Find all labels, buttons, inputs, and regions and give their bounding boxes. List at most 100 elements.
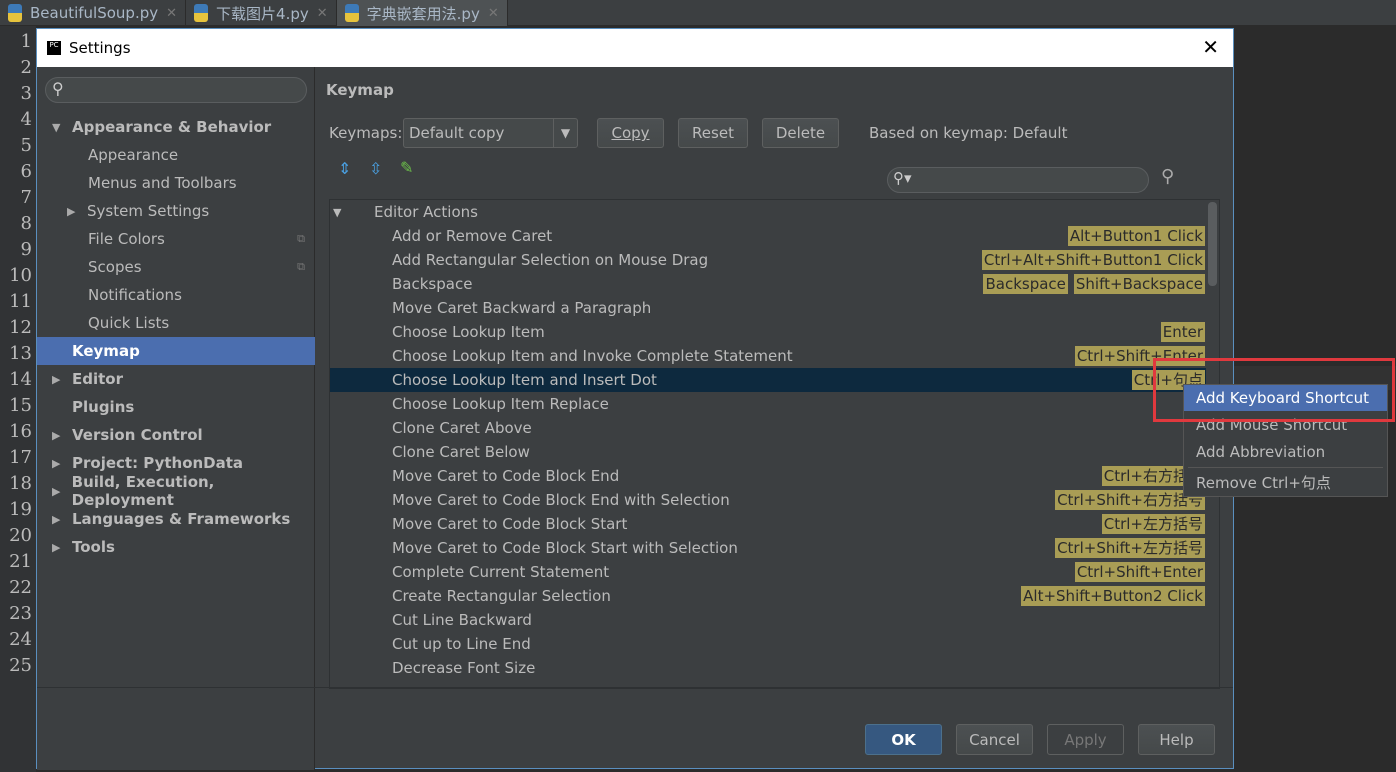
sidebar-item[interactable]: ▶ System Settings (37, 197, 315, 225)
close-tab-icon[interactable]: ✕ (166, 6, 177, 21)
table-row[interactable]: Choose Lookup Item and Insert Dot Ctrl+句点 (330, 368, 1207, 392)
action-name: Choose Lookup Item and Insert Dot (392, 371, 657, 389)
tree-group-editor-actions[interactable]: ▼ Editor Actions (330, 200, 1207, 224)
shortcut-badge: Enter (1160, 322, 1205, 342)
sidebar-item[interactable]: ▶ Version Control (37, 421, 315, 449)
sidebar-item[interactable]: Appearance (37, 141, 315, 169)
table-row[interactable]: Cut up to Line End (330, 632, 1207, 656)
sidebar-item[interactable]: Scopes ⧉ (37, 253, 315, 281)
table-row[interactable]: Move Caret to Code Block Start with Sele… (330, 536, 1207, 560)
table-row[interactable]: Clone Caret Above (330, 416, 1207, 440)
search-icon: ⚲▾ (893, 169, 912, 187)
menu-separator (1188, 467, 1383, 468)
line-number: 7 (20, 187, 32, 208)
context-menu-item[interactable]: Add Abbreviation (1184, 439, 1387, 465)
close-icon[interactable]: ✕ (1202, 35, 1219, 59)
sidebar-item[interactable]: File Colors ⧉ (37, 225, 315, 253)
expand-all-icon[interactable]: ⇕ (338, 159, 351, 178)
context-menu-item[interactable]: Remove Ctrl+句点 (1184, 470, 1387, 496)
highlight-annotation-box (1153, 358, 1395, 422)
dialog-titlebar: PC Settings ✕ (37, 29, 1233, 67)
sidebar-item-label: Languages & Frameworks (72, 510, 291, 528)
table-row[interactable]: Complete Current Statement Ctrl+Shift+Ent… (330, 560, 1207, 584)
sidebar-item[interactable]: ▶ Tools (37, 533, 315, 561)
shortcut-list: Backspace Shift+Backspace (983, 274, 1205, 294)
sidebar-item-label: Appearance (88, 146, 179, 164)
scrollbar-thumb[interactable] (1208, 202, 1217, 286)
sidebar-item[interactable]: Notifications (37, 281, 315, 309)
sidebar-item[interactable]: Quick Lists (37, 309, 315, 337)
action-name: Move Caret to Code Block Start (392, 515, 628, 533)
table-row[interactable]: Add Rectangular Selection on Mouse Drag C… (330, 248, 1207, 272)
line-number: 19 (9, 499, 32, 520)
sidebar-item[interactable]: ▶ Languages & Frameworks (37, 505, 315, 533)
collapse-all-icon[interactable]: ⇳ (369, 159, 382, 178)
shortcut-list: Alt+Button1 Click (1067, 226, 1205, 246)
line-number: 15 (9, 395, 32, 416)
table-row[interactable]: Move Caret to Code Block End Ctrl+右方括号 (330, 464, 1207, 488)
apply-button[interactable]: Apply (1047, 724, 1124, 755)
action-search-input[interactable]: ⚲▾ (887, 167, 1149, 193)
pycharm-logo-icon: PC (47, 41, 61, 55)
sidebar-item[interactable]: Menus and Toolbars (37, 169, 315, 197)
sidebar-item-label: Menus and Toolbars (88, 174, 237, 192)
sidebar-item-label: System Settings (87, 202, 210, 220)
editor-tab[interactable]: 下载图片4.py ✕ (186, 0, 337, 26)
close-tab-icon[interactable]: ✕ (317, 6, 328, 21)
shortcut-list: Alt+Shift+Button2 Click (1021, 586, 1205, 606)
table-row[interactable]: Create Rectangular Selection Alt+Shift+Bu… (330, 584, 1207, 608)
sidebar-item-label: Notifications (88, 286, 182, 304)
sidebar-item[interactable]: Keymap (37, 337, 315, 365)
shortcut-badge: Ctrl+Shift+Enter (1074, 562, 1205, 582)
table-row[interactable]: Cut Line Backward (330, 608, 1207, 632)
help-button[interactable]: Help (1138, 724, 1215, 755)
actions-tree: ▼ Editor Actions Add or Remove Caret Alt+… (329, 199, 1220, 689)
ok-button[interactable]: OK (865, 724, 942, 755)
action-name: Move Caret to Code Block Start with Sele… (392, 539, 738, 557)
editor-tab[interactable]: BeautifulSoup.py ✕ (0, 0, 187, 26)
close-tab-icon[interactable]: ✕ (488, 6, 499, 21)
sidebar-item-label: Version Control (72, 426, 203, 444)
cancel-button[interactable]: Cancel (956, 724, 1033, 755)
keymap-select[interactable]: Default copy ▼ (403, 118, 578, 148)
table-row[interactable]: Move Caret Backward a Paragraph (330, 296, 1207, 320)
shortcut-badge: Alt+Button1 Click (1067, 226, 1205, 246)
python-file-icon (194, 4, 209, 22)
table-row[interactable]: Decrease Font Size (330, 656, 1207, 680)
table-row[interactable]: Add or Remove Caret Alt+Button1 Click (330, 224, 1207, 248)
reset-button[interactable]: Reset (678, 118, 748, 148)
action-name: Choose Lookup Item and Invoke Complete S… (392, 347, 793, 365)
action-name: Create Rectangular Selection (392, 587, 611, 605)
line-number: 22 (9, 577, 32, 598)
sidebar-item-label: Quick Lists (88, 314, 170, 332)
expand-arrow-icon: ▶ (67, 204, 76, 218)
sidebar-item[interactable]: ▼ Appearance & Behavior (37, 113, 315, 141)
edit-pencil-icon[interactable]: ✎ (400, 158, 413, 177)
table-row[interactable]: Clone Caret Below (330, 440, 1207, 464)
action-name: Choose Lookup Item Replace (392, 395, 609, 413)
settings-search-input[interactable]: ⚲ (45, 77, 307, 103)
find-shortcut-icon[interactable]: ⚲ (1161, 166, 1174, 187)
sidebar-item[interactable]: Plugins (37, 393, 315, 421)
editor-tab[interactable]: 字典嵌套用法.py ✕ (336, 0, 508, 26)
table-row[interactable]: Choose Lookup Item Replace (330, 392, 1207, 416)
table-row[interactable]: Move Caret to Code Block Start Ctrl+左方括号 (330, 512, 1207, 536)
shortcut-badge: Ctrl+左方括号 (1101, 514, 1205, 534)
shortcut-list: Ctrl+Shift+左方括号 (1055, 538, 1205, 558)
table-row[interactable]: Backspace Backspace Shift+Backspace (330, 272, 1207, 296)
table-row[interactable]: Choose Lookup Item and Invoke Complete S… (330, 344, 1207, 368)
shortcut-badge: Alt+Shift+Button2 Click (1021, 586, 1205, 606)
copy-button[interactable]: Copy (597, 118, 664, 148)
action-name: Move Caret to Code Block End with Select… (392, 491, 730, 509)
shortcut-badge: Ctrl+Shift+左方括号 (1055, 538, 1205, 558)
delete-button[interactable]: Delete (762, 118, 839, 148)
sidebar-item[interactable]: ▶ Editor (37, 365, 315, 393)
table-row[interactable]: Move Caret to Code Block End with Select… (330, 488, 1207, 512)
line-number: 12 (9, 317, 32, 338)
settings-dialog: PC Settings ✕ ⚲ ▼ Appearance & Behavior Ap… (36, 28, 1234, 770)
expand-arrow-icon: ▼ (333, 205, 342, 219)
expand-arrow-icon: ▶ (52, 456, 61, 470)
sidebar-item[interactable]: ▶ Build, Execution, Deployment (37, 473, 315, 509)
sidebar-item-label: Tools (72, 538, 115, 556)
table-row[interactable]: Choose Lookup Item Enter (330, 320, 1207, 344)
